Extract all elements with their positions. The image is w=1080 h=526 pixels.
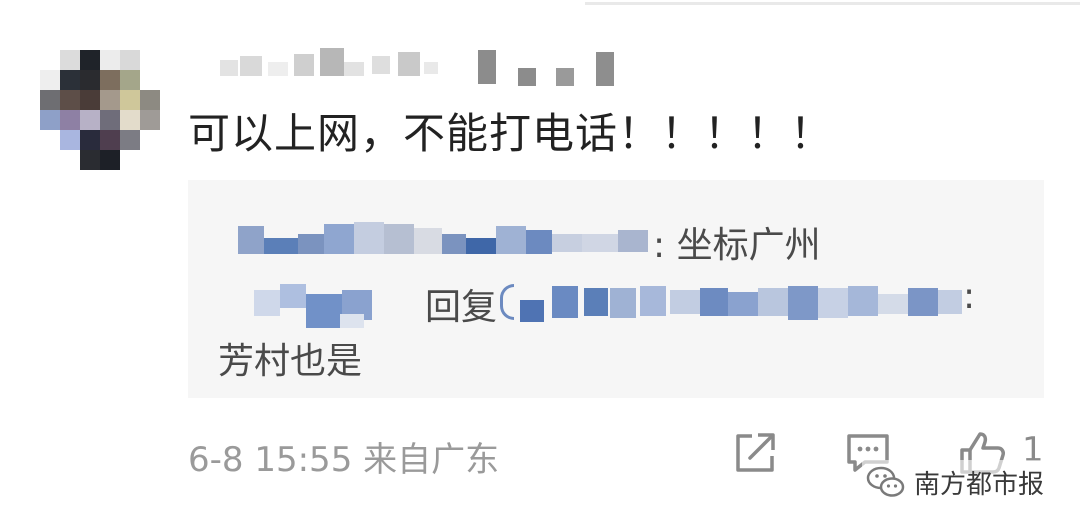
comment-card: 可以上网，不能打电话！！！！！ : 坐标广州 回复: 芳村也是 6-8 15:… (0, 0, 1080, 526)
reply-line1-text: : 坐标广州 (653, 225, 821, 266)
reply-username-blurred-1[interactable] (238, 220, 653, 256)
share-icon[interactable] (732, 430, 778, 476)
reply-label: 回复 (425, 287, 498, 328)
comment-text: 可以上网，不能打电话！！！！！ (188, 109, 834, 158)
watermark-label: 南方都市报 (914, 469, 1045, 500)
comment-timestamp-location: 6-8 15:55 来自广东 (188, 440, 500, 480)
reply-target-blurred[interactable] (500, 280, 965, 324)
reply-username-blurred-2[interactable] (254, 280, 384, 328)
reply-colon: : (963, 276, 976, 317)
wechat-icon (866, 466, 905, 497)
reply-content: 芳村也是 (218, 341, 363, 382)
watermark: 南方都市报 (862, 460, 1049, 504)
username-blurred[interactable] (220, 48, 620, 88)
top-divider (585, 2, 1080, 5)
reply-box[interactable]: : 坐标广州 回复 : 芳村也是 (188, 180, 1044, 398)
avatar[interactable] (40, 50, 160, 170)
